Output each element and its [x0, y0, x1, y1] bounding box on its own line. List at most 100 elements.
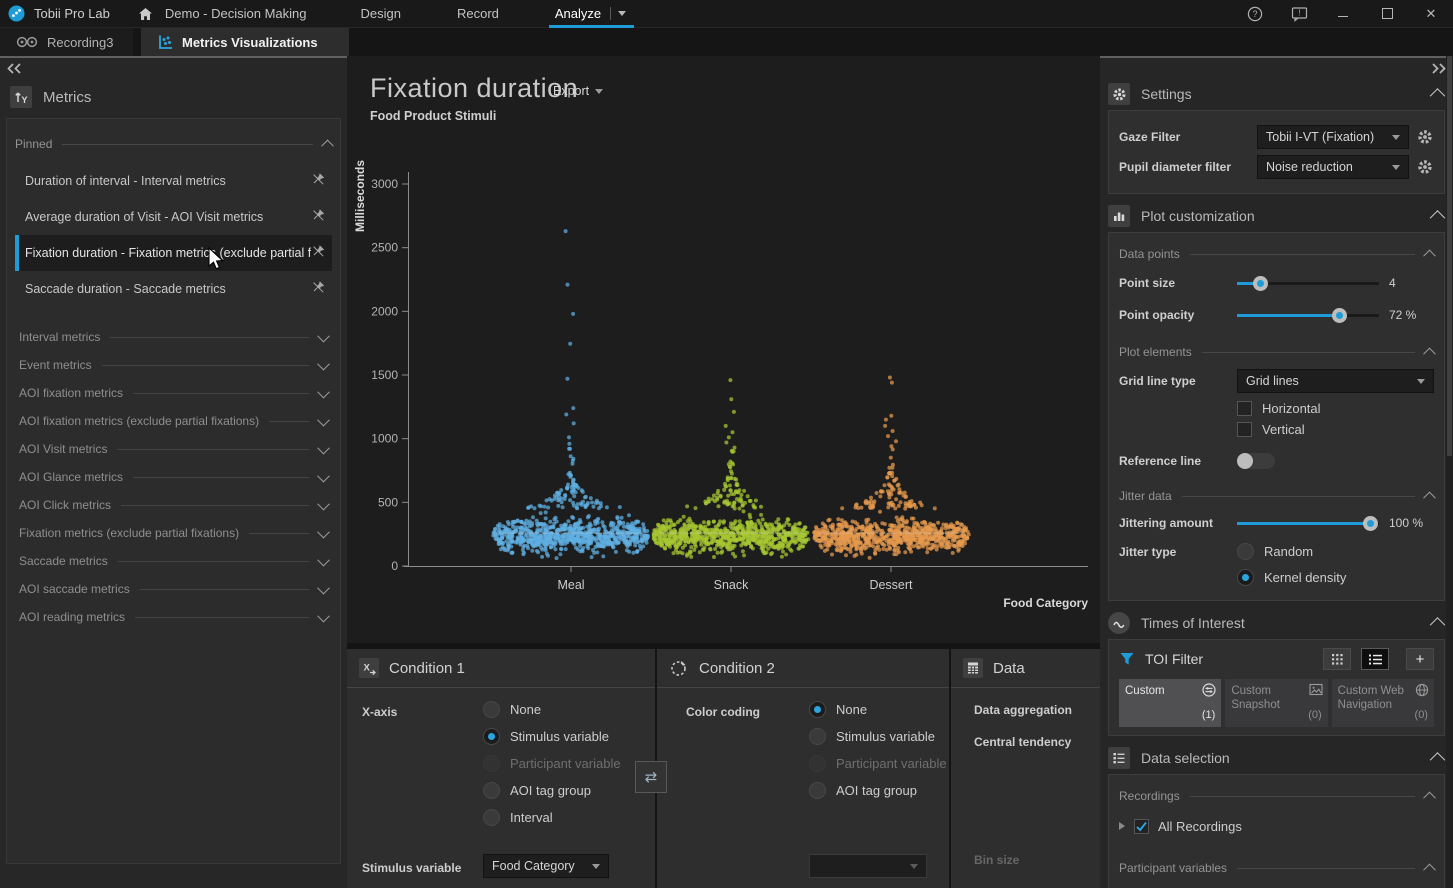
chevron-up-icon[interactable] — [1423, 347, 1436, 360]
radio-icon[interactable] — [809, 782, 826, 799]
pinned-metric-row[interactable]: Average duration of Visit - AOI Visit me… — [15, 199, 332, 235]
all-recordings-row[interactable]: All Recordings — [1119, 811, 1434, 841]
metric-group-interval[interactable]: Interval metrics — [15, 323, 332, 351]
metric-group-fixation-excl[interactable]: Fixation metrics (exclude partial fixati… — [15, 519, 332, 547]
gaze-filter-gear-icon[interactable] — [1416, 128, 1434, 146]
checkbox-unchecked-icon[interactable] — [1237, 401, 1252, 416]
radio-icon[interactable] — [809, 728, 826, 745]
radio-stimulus-variable[interactable]: Stimulus variable — [483, 724, 609, 748]
radio-none[interactable]: None — [809, 697, 867, 721]
gaze-filter-dropdown[interactable]: Tobii I-VT (Fixation) — [1257, 125, 1409, 149]
horizontal-checkbox-row[interactable]: Horizontal — [1237, 401, 1434, 416]
radio-interval[interactable]: Interval — [483, 805, 553, 829]
stimulus-variable-dropdown[interactable]: Food Category — [483, 854, 609, 878]
participant-variables-subheader[interactable]: Participant variables — [1119, 855, 1434, 881]
unpin-icon[interactable] — [311, 172, 326, 190]
chevron-down-icon[interactable] — [317, 553, 330, 566]
unpin-icon[interactable] — [311, 280, 326, 298]
central-tendency-label[interactable]: Central tendency — [974, 735, 1071, 749]
radio-icon[interactable] — [483, 809, 500, 826]
radio-aoi-tag-group[interactable]: AOI tag group — [809, 778, 917, 802]
tab-recording3[interactable]: Recording3 — [0, 28, 133, 56]
checkbox-unchecked-icon[interactable] — [1237, 422, 1252, 437]
chevron-up-icon[interactable] — [1430, 617, 1446, 633]
chevron-up-icon[interactable] — [1423, 863, 1436, 876]
chevron-down-icon[interactable] — [317, 385, 330, 398]
metric-group-aoi-visit[interactable]: AOI Visit metrics — [15, 435, 332, 463]
chevron-down-icon[interactable] — [317, 441, 330, 454]
chevron-down-icon[interactable] — [317, 357, 330, 370]
chevron-down-icon[interactable] — [317, 329, 330, 342]
vertical-checkbox-row[interactable]: Vertical — [1237, 422, 1434, 437]
metric-group-aoi-fixation[interactable]: AOI fixation metrics — [15, 379, 332, 407]
help-icon[interactable]: ? — [1233, 0, 1277, 28]
data-aggregation-label[interactable]: Data aggregation — [974, 703, 1072, 717]
slider-handle[interactable] — [1332, 308, 1347, 323]
beeswarm-plot[interactable]: 050010001500200025003000MealSnackDessert… — [347, 56, 1100, 643]
slider-handle[interactable] — [1253, 276, 1268, 291]
nav-record[interactable]: Record — [439, 0, 517, 28]
close-button[interactable]: ✕ — [1409, 0, 1453, 28]
project-name[interactable]: Demo - Decision Making — [147, 0, 325, 28]
metric-group-aoi-reading[interactable]: AOI reading metrics — [15, 603, 332, 631]
radio-random[interactable]: Random — [1237, 543, 1346, 560]
analyze-dropdown-caret[interactable] — [618, 11, 626, 16]
minimize-button[interactable] — [1321, 0, 1365, 28]
toi-card-custom-snapshot[interactable]: Custom Snapshot (0) — [1225, 679, 1327, 727]
chevron-up-icon[interactable] — [1430, 210, 1446, 226]
chevron-down-icon[interactable] — [317, 413, 330, 426]
nav-design[interactable]: Design — [343, 0, 419, 28]
pupil-filter-dropdown[interactable]: Noise reduction — [1257, 155, 1409, 179]
radio-selected-icon[interactable] — [483, 728, 500, 745]
data-points-subheader[interactable]: Data points — [1119, 241, 1434, 267]
export-button[interactable]: Export — [553, 84, 603, 98]
metric-group-saccade[interactable]: Saccade metrics — [15, 547, 332, 575]
chevron-down-icon[interactable] — [317, 609, 330, 622]
expander-icon[interactable] — [1119, 822, 1125, 830]
radio-selected-icon[interactable] — [809, 701, 826, 718]
reference-line-toggle[interactable] — [1237, 453, 1275, 469]
radio-icon[interactable] — [483, 782, 500, 799]
chevron-up-icon[interactable] — [1423, 491, 1436, 504]
chevron-up-icon[interactable] — [1423, 249, 1436, 262]
swap-conditions-button[interactable]: ⇄ — [635, 761, 667, 793]
radio-icon[interactable] — [483, 701, 500, 718]
point-size-slider[interactable] — [1237, 275, 1379, 291]
pinned-metric-row-selected[interactable]: Fixation duration - Fixation metrics (ex… — [15, 235, 332, 271]
recordings-subheader[interactable]: Recordings — [1119, 783, 1434, 809]
pinned-metric-row[interactable]: Saccade duration - Saccade metrics — [15, 271, 332, 307]
list-view-button[interactable] — [1361, 648, 1389, 670]
unpin-icon[interactable] — [311, 208, 326, 226]
radio-aoi-tag-group[interactable]: AOI tag group — [483, 778, 591, 802]
chevron-down-icon[interactable] — [317, 497, 330, 510]
radio-icon[interactable] — [1237, 543, 1254, 560]
feedback-icon[interactable]: ! — [1277, 0, 1321, 28]
metric-group-aoi-fixation-excl[interactable]: AOI fixation metrics (exclude partial fi… — [15, 407, 332, 435]
toi-card-custom-web-navigation[interactable]: Custom Web Navigation (0) — [1332, 679, 1434, 727]
plot-elements-subheader[interactable]: Plot elements — [1119, 339, 1434, 365]
pinned-metric-row[interactable]: Duration of interval - Interval metrics — [15, 163, 332, 199]
radio-selected-icon[interactable] — [1237, 569, 1254, 586]
point-opacity-slider[interactable] — [1237, 307, 1379, 323]
metric-group-event[interactable]: Event metrics — [15, 351, 332, 379]
tab-metrics-visualizations[interactable]: Metrics Visualizations — [141, 28, 349, 56]
add-toi-button[interactable]: + — [1406, 648, 1434, 670]
scrollbar-thumb[interactable] — [1447, 56, 1452, 456]
jitter-data-subheader[interactable]: Jitter data — [1119, 483, 1434, 509]
pinned-section-header[interactable]: Pinned — [15, 131, 332, 157]
radio-stimulus-variable[interactable]: Stimulus variable — [809, 724, 935, 748]
metric-group-aoi-glance[interactable]: AOI Glance metrics — [15, 463, 332, 491]
times-of-interest-section-header[interactable]: Times of Interest — [1100, 607, 1453, 637]
chevron-down-icon[interactable] — [317, 581, 330, 594]
grid-line-type-dropdown[interactable]: Grid lines — [1237, 369, 1434, 393]
collapse-right-icon[interactable] — [1431, 63, 1447, 74]
chevron-up-icon[interactable] — [321, 139, 334, 152]
vertical-scrollbar[interactable] — [1446, 56, 1453, 888]
chevron-down-icon[interactable] — [317, 469, 330, 482]
toi-card-custom[interactable]: Custom (1) — [1119, 679, 1221, 727]
maximize-button[interactable] — [1365, 0, 1409, 28]
chevron-down-icon[interactable] — [317, 525, 330, 538]
slider-handle[interactable] — [1363, 516, 1378, 531]
chevron-up-icon[interactable] — [1430, 752, 1446, 768]
jittering-amount-slider[interactable] — [1237, 515, 1379, 531]
